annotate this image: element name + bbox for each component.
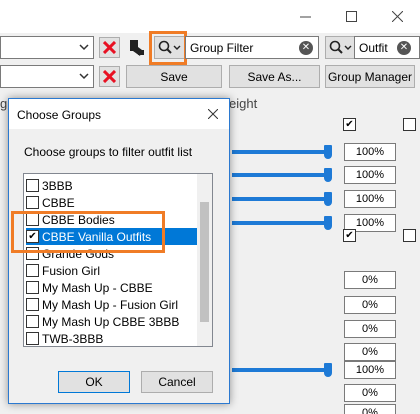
slider-thumb[interactable]: [324, 168, 332, 182]
group-label: My Mash Up CBBE 3BBB: [42, 314, 180, 329]
close-icon[interactable]: [197, 99, 229, 129]
search-dropdown-icon: [158, 40, 181, 54]
dialog-title-bar: Choose Groups: [9, 99, 229, 129]
dialog-title: Choose Groups: [17, 108, 102, 122]
group-label: CBBE Vanilla Outfits: [42, 229, 152, 244]
paint-brush-icon[interactable]: [126, 37, 148, 58]
group-filter-input[interactable]: Group Filter ✕: [185, 36, 319, 59]
chevron-down-icon: [79, 73, 89, 80]
checkbox-icon[interactable]: [26, 281, 39, 294]
slider-value-field[interactable]: 100%: [344, 143, 396, 161]
group-label: My Mash Up - CBBE: [42, 280, 153, 295]
group-list-item[interactable]: My Mash Up - Fusion Girl: [26, 296, 198, 313]
group-label: Grande Gods: [42, 246, 115, 261]
group-label: CBBE: [42, 195, 75, 210]
slider-track[interactable]: [232, 197, 328, 201]
slider-checkbox[interactable]: [403, 118, 416, 131]
column-header-fragment: g: [0, 96, 8, 111]
group-label: My Mash Up - Fusion Girl: [42, 297, 179, 312]
group-label: Fusion Girl: [42, 263, 101, 278]
outfit-combo[interactable]: [0, 65, 94, 88]
outfit-filter-menu-button[interactable]: [325, 36, 355, 59]
outfit-filter-input[interactable]: Outfit ✕: [354, 36, 420, 59]
slider-track[interactable]: [232, 150, 328, 154]
choose-groups-dialog: Choose Groups Choose groups to filter ou…: [8, 98, 230, 404]
slider-value-field[interactable]: 0%: [344, 320, 396, 338]
slider-checkbox[interactable]: ✔: [343, 229, 356, 242]
group-list-item[interactable]: Fusion Girl: [26, 262, 198, 279]
group-label: TWB-3BBB: [42, 331, 104, 346]
chevron-down-icon: [79, 44, 89, 51]
ok-button[interactable]: OK: [58, 371, 130, 393]
group-list-item[interactable]: TWB-3BBB: [26, 330, 198, 346]
search-dropdown-icon: [329, 40, 352, 54]
slider-value-field[interactable]: 100%: [344, 361, 396, 379]
checkbox-icon[interactable]: [26, 298, 39, 311]
checkbox-icon[interactable]: [26, 332, 39, 345]
checkbox-icon[interactable]: [26, 179, 39, 192]
slider-value-field[interactable]: 0%: [344, 384, 396, 402]
save-as-button[interactable]: Save As...: [229, 65, 320, 88]
list-scrollbar[interactable]: [197, 174, 212, 346]
slider-thumb[interactable]: [324, 192, 332, 206]
checkbox-icon[interactable]: [26, 196, 39, 209]
group-list-item[interactable]: My Mash Up CBBE 3BBB: [26, 313, 198, 330]
clear-outfit-icon[interactable]: [99, 66, 120, 87]
save-button[interactable]: Save: [126, 65, 222, 88]
minimize-icon[interactable]: [282, 0, 328, 33]
checkbox-icon[interactable]: [26, 264, 39, 277]
slider-checkbox[interactable]: [403, 229, 416, 242]
slider-value-field[interactable]: 0%: [344, 271, 396, 289]
group-manager-button[interactable]: Group Manager: [325, 65, 415, 88]
slider-value-field[interactable]: 100%: [344, 166, 396, 184]
clear-preset-icon[interactable]: [99, 37, 120, 58]
slider-value-field[interactable]: 100%: [344, 190, 396, 208]
group-list-item[interactable]: My Mash Up - CBBE: [26, 279, 198, 296]
clear-group-filter-icon[interactable]: ✕: [299, 41, 313, 55]
clear-outfit-filter-icon[interactable]: ✕: [397, 41, 411, 55]
group-label: 3BBB: [42, 178, 73, 193]
checked-checkbox-icon[interactable]: ✔: [26, 230, 39, 243]
slider-thumb[interactable]: [324, 145, 332, 159]
checkbox-icon[interactable]: [26, 315, 39, 328]
window-title-bar: [0, 0, 420, 33]
slider-value-field[interactable]: 0%: [344, 343, 396, 361]
group-list-item[interactable]: 3BBB: [26, 177, 198, 194]
group-filter-placeholder: Group Filter: [190, 41, 254, 55]
maximize-icon[interactable]: [328, 0, 374, 33]
scrollbar-thumb[interactable]: [200, 202, 209, 322]
preset-combo[interactable]: [0, 36, 94, 59]
group-list-item[interactable]: ✔ CBBE Vanilla Outfits: [26, 228, 198, 245]
slider-value-field[interactable]: 0%: [344, 296, 396, 314]
group-filter-menu-button[interactable]: [154, 36, 186, 59]
group-list-item[interactable]: CBBE Bodies: [26, 211, 198, 228]
checkbox-icon[interactable]: [26, 213, 39, 226]
slider-checkbox[interactable]: ✔: [343, 118, 356, 131]
slider-track[interactable]: [232, 173, 328, 177]
dialog-prompt: Choose groups to filter outfit list: [24, 145, 193, 159]
slider-track[interactable]: [232, 368, 328, 372]
slider-thumb[interactable]: [324, 216, 332, 230]
group-label: CBBE Bodies: [42, 212, 115, 227]
cancel-button[interactable]: Cancel: [141, 371, 213, 393]
slider-thumb[interactable]: [324, 363, 332, 377]
slider-track[interactable]: [232, 221, 328, 225]
slider-value-field[interactable]: 0%: [344, 404, 396, 414]
weight-column-header: eight: [229, 96, 258, 111]
close-window-icon[interactable]: [374, 0, 420, 33]
checkbox-icon[interactable]: [26, 247, 39, 260]
group-list-item[interactable]: CBBE: [26, 194, 198, 211]
outfit-filter-placeholder: Outfit: [359, 41, 388, 55]
group-list[interactable]: 3BBB CBBE CBBE Bodies ✔ CBBE Vanilla Outfits…: [23, 173, 213, 347]
group-list-item[interactable]: Grande Gods: [26, 245, 198, 262]
